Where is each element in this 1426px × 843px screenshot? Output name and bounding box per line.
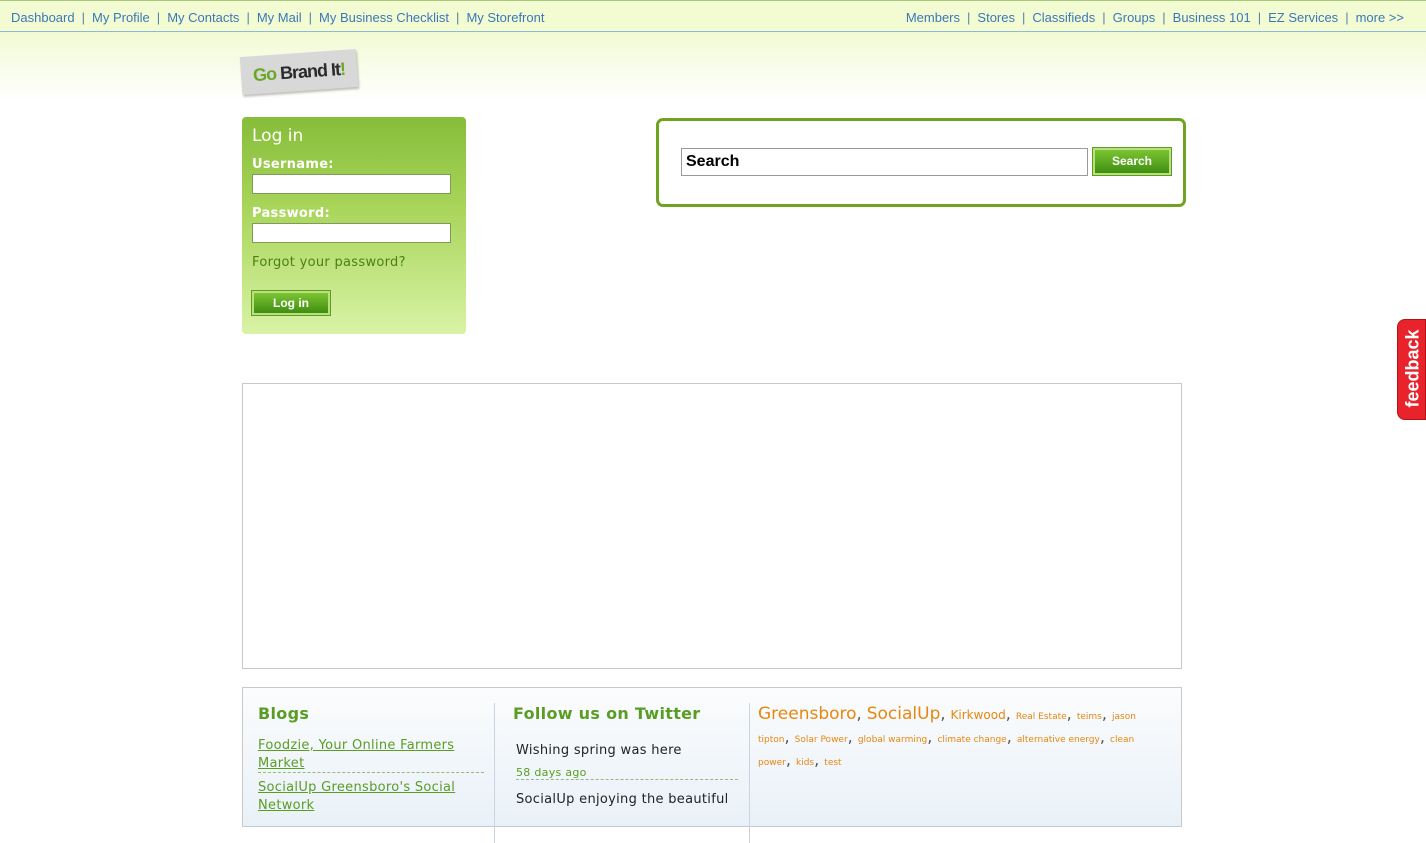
search-panel: Search — [656, 118, 1186, 207]
login-title: Log in — [252, 126, 304, 146]
search-input[interactable] — [681, 148, 1088, 176]
top-nav-right: Members | Stores | Classifieds | Groups | Busine… — [906, 10, 1404, 25]
nav-separator: | — [967, 10, 971, 25]
tag-link[interactable]: kids — [796, 758, 814, 768]
tag-link[interactable]: global warming — [858, 735, 927, 745]
tag-link[interactable]: Greensboro — [758, 704, 857, 724]
nav-my-mail[interactable]: My Mail — [257, 10, 302, 25]
password-label: Password: — [252, 206, 330, 221]
username-label: Username: — [252, 157, 334, 172]
nav-business-101[interactable]: Business 101 — [1173, 10, 1251, 25]
twitter-title: Follow us on Twitter — [513, 704, 701, 723]
tweet-text: Wishing spring was here — [516, 743, 682, 758]
tweet-time: 58 days ago — [516, 766, 587, 779]
feedback-tab[interactable]: feedback — [1397, 319, 1426, 420]
column-divider — [749, 703, 750, 843]
tweet-divider — [516, 779, 738, 780]
nav-separator: | — [1102, 10, 1106, 25]
nav-my-business-checklist[interactable]: My Business Checklist — [319, 10, 449, 25]
tag-link[interactable]: SocialUp — [867, 704, 941, 724]
tag-link[interactable]: test — [824, 758, 841, 768]
password-input[interactable] — [252, 223, 451, 243]
logo-go: Go — [252, 63, 277, 86]
nav-ez-services[interactable]: EZ Services — [1268, 10, 1338, 25]
logo-bang: ! — [339, 58, 346, 80]
tag-cloud: Greensboro, SocialUp, Kirkwood, Real Est… — [758, 704, 1136, 769]
nav-separator: | — [308, 10, 312, 25]
forgot-password-link[interactable]: Forgot your password? — [252, 255, 406, 270]
tag-link[interactable]: Real Estate — [1016, 712, 1067, 722]
blog-item[interactable]: Foodzie, Your Online Farmers Market — [258, 737, 484, 773]
nav-separator: | — [81, 10, 85, 25]
nav-more[interactable]: more >> — [1356, 10, 1404, 25]
nav-separator: | — [1257, 10, 1262, 25]
nav-my-contacts[interactable]: My Contacts — [167, 10, 239, 25]
nav-separator: | — [1162, 10, 1166, 25]
tag-link[interactable]: climate change — [937, 735, 1006, 745]
nav-separator: | — [1345, 10, 1349, 25]
column-divider — [494, 703, 495, 843]
tweet-text: SocialUp enjoying the beautiful — [516, 792, 729, 807]
login-panel: Log in Username: Password: Forgot your p… — [242, 117, 466, 334]
feedback-label: feedback — [1402, 329, 1423, 408]
tag-link[interactable]: Kirkwood — [951, 708, 1006, 722]
nav-classifieds[interactable]: Classifieds — [1032, 10, 1095, 25]
nav-dashboard[interactable]: Dashboard — [11, 10, 75, 25]
nav-members[interactable]: Members — [906, 10, 960, 25]
top-navigation: Dashboard | My Profile | My Contacts | My Mail… — [0, 0, 1426, 32]
nav-my-profile[interactable]: My Profile — [92, 10, 150, 25]
nav-separator: | — [1021, 10, 1026, 25]
username-input[interactable] — [252, 174, 451, 194]
nav-my-storefront[interactable]: My Storefront — [466, 10, 544, 25]
site-logo[interactable]: Go Brand It! — [239, 49, 359, 95]
tag-link[interactable]: alternative energy — [1017, 735, 1100, 745]
blog-divider — [258, 772, 484, 773]
header-band — [0, 32, 1426, 102]
footer-panel: Blogs Foodzie, Your Online Farmers Marke… — [242, 687, 1182, 843]
logo-brand: Brand It — [279, 59, 341, 84]
nav-separator: | — [246, 10, 250, 25]
nav-stores[interactable]: Stores — [977, 10, 1015, 25]
content-frame — [242, 383, 1182, 669]
nav-separator: | — [156, 10, 161, 25]
login-button[interactable]: Log in — [251, 290, 331, 316]
search-button[interactable]: Search — [1092, 147, 1172, 176]
tag-link[interactable]: teims — [1077, 712, 1102, 722]
nav-separator: | — [456, 10, 460, 25]
blogs-title: Blogs — [258, 704, 310, 723]
top-nav-left: Dashboard | My Profile | My Contacts | My Mail… — [11, 10, 544, 25]
tag-link[interactable]: Solar Power — [795, 735, 848, 745]
nav-groups[interactable]: Groups — [1113, 10, 1156, 25]
